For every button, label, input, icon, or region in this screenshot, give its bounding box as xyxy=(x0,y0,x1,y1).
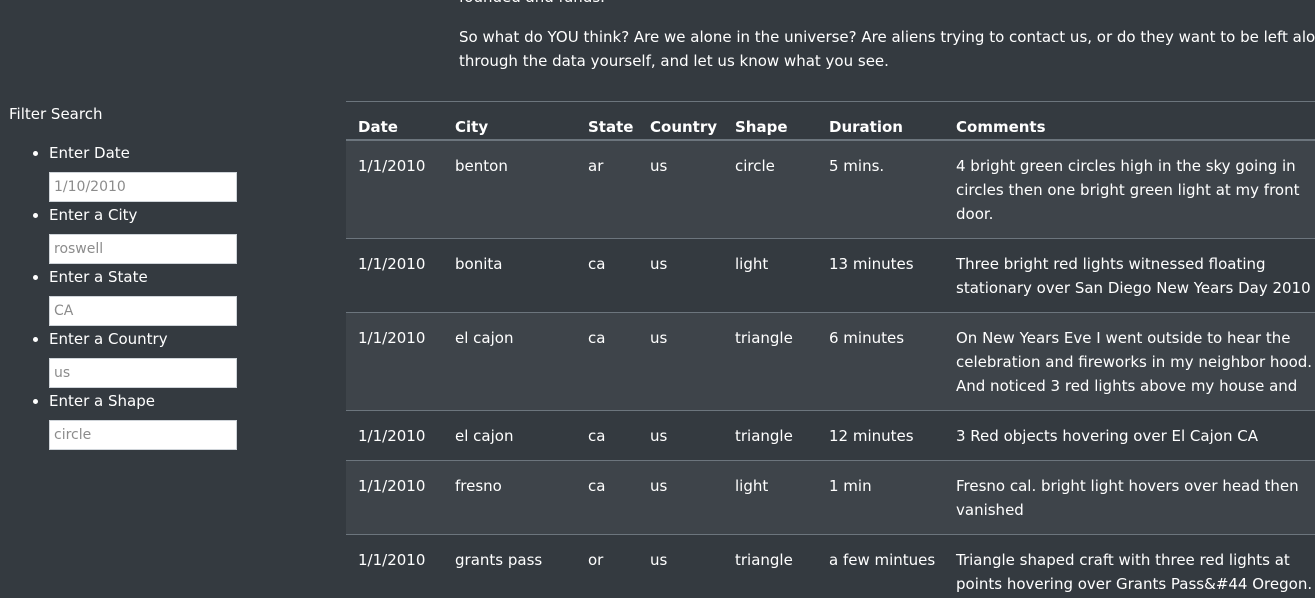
table-row: 1/1/2010 bonita ca us light 13 minutes T… xyxy=(346,238,1315,313)
filter-label-country: Enter a Country xyxy=(49,330,168,348)
date-input[interactable] xyxy=(49,172,237,202)
header-duration: Duration xyxy=(817,101,944,141)
header-comments: Comments xyxy=(944,101,1315,141)
country-input[interactable] xyxy=(49,358,237,388)
intro-paragraph-line-1: So what do YOU think? Are we alone in th… xyxy=(459,28,1315,46)
cell-comments: Triangle shaped craft with three red lig… xyxy=(944,534,1315,598)
cell-shape: circle xyxy=(723,139,817,239)
header-shape: Shape xyxy=(723,101,817,141)
cell-date: 1/1/2010 xyxy=(346,312,443,411)
table-row: 1/1/2010 fresno ca us light 1 min Fresno… xyxy=(346,460,1315,535)
cell-city: bonita xyxy=(443,238,576,313)
intro-text: founded and funds. So what do YOU think?… xyxy=(459,0,1315,89)
cell-comments: 3 Red objects hovering over El Cajon CA xyxy=(944,410,1315,461)
cell-comments: Three bright red lights witnessed floati… xyxy=(944,238,1315,313)
cell-state: ca xyxy=(576,238,638,313)
cell-comments: On New Years Eve I went outside to hear … xyxy=(944,312,1315,411)
cell-country: us xyxy=(638,312,723,411)
table-header-row: Date City State Country Shape Duration C… xyxy=(346,101,1315,141)
table-row: 1/1/2010 el cajon ca us triangle 6 minut… xyxy=(346,312,1315,411)
cell-date: 1/1/2010 xyxy=(346,460,443,535)
ufo-sightings-table: Date City State Country Shape Duration C… xyxy=(346,101,1315,598)
filter-item-country: Enter a Country xyxy=(49,327,269,389)
cell-state: ca xyxy=(576,460,638,535)
cell-state: ar xyxy=(576,139,638,239)
cell-country: us xyxy=(638,238,723,313)
shape-input[interactable] xyxy=(49,420,237,450)
cell-city: el cajon xyxy=(443,410,576,461)
cell-shape: triangle xyxy=(723,312,817,411)
table-row: 1/1/2010 benton ar us circle 5 mins. 4 b… xyxy=(346,139,1315,239)
ufo-table-container: Date City State Country Shape Duration C… xyxy=(346,101,1315,598)
table-row: 1/1/2010 el cajon ca us triangle 12 minu… xyxy=(346,410,1315,461)
filter-label-date: Enter Date xyxy=(49,144,130,162)
cell-state: ca xyxy=(576,410,638,461)
cell-country: us xyxy=(638,139,723,239)
cell-city: el cajon xyxy=(443,312,576,411)
cell-date: 1/1/2010 xyxy=(346,139,443,239)
cell-city: fresno xyxy=(443,460,576,535)
cell-shape: triangle xyxy=(723,534,817,598)
cell-state: or xyxy=(576,534,638,598)
cell-shape: triangle xyxy=(723,410,817,461)
filter-label-shape: Enter a Shape xyxy=(49,392,155,410)
cell-duration: 5 mins. xyxy=(817,139,944,239)
cell-shape: light xyxy=(723,238,817,313)
header-date: Date xyxy=(346,101,443,141)
cell-date: 1/1/2010 xyxy=(346,534,443,598)
filter-item-shape: Enter a Shape xyxy=(49,389,269,451)
header-country: Country xyxy=(638,101,723,141)
cell-duration: 1 min xyxy=(817,460,944,535)
filter-item-date: Enter Date xyxy=(49,141,269,203)
filter-list: Enter Date Enter a City Enter a State En… xyxy=(9,141,269,451)
filter-item-state: Enter a State xyxy=(49,265,269,327)
filter-item-city: Enter a City xyxy=(49,203,269,265)
cell-city: grants pass xyxy=(443,534,576,598)
cell-country: us xyxy=(638,534,723,598)
filter-label-city: Enter a City xyxy=(49,206,138,224)
cell-duration: 12 minutes xyxy=(817,410,944,461)
cell-duration: 13 minutes xyxy=(817,238,944,313)
state-input[interactable] xyxy=(49,296,237,326)
filter-label-state: Enter a State xyxy=(49,268,148,286)
cell-duration: a few mintues xyxy=(817,534,944,598)
intro-line-top: founded and funds. xyxy=(459,0,1315,9)
cell-comments: Fresno cal. bright light hovers over hea… xyxy=(944,460,1315,535)
cell-country: us xyxy=(638,460,723,535)
cell-city: benton xyxy=(443,139,576,239)
cell-date: 1/1/2010 xyxy=(346,238,443,313)
cell-country: us xyxy=(638,410,723,461)
header-state: State xyxy=(576,101,638,141)
cell-state: ca xyxy=(576,312,638,411)
cell-duration: 6 minutes xyxy=(817,312,944,411)
cell-comments: 4 bright green circles high in the sky g… xyxy=(944,139,1315,239)
cell-shape: light xyxy=(723,460,817,535)
page: founded and funds. So what do YOU think?… xyxy=(0,0,1315,598)
intro-paragraph-line-2: through the data yourself, and let us kn… xyxy=(459,52,889,70)
intro-paragraph: So what do YOU think? Are we alone in th… xyxy=(459,25,1315,73)
city-input[interactable] xyxy=(49,234,237,264)
cell-date: 1/1/2010 xyxy=(346,410,443,461)
filter-search-title: Filter Search xyxy=(9,105,103,123)
header-city: City xyxy=(443,101,576,141)
filter-sidebar: Filter Search Enter Date Enter a City En… xyxy=(9,102,269,451)
table-row: 1/1/2010 grants pass or us triangle a fe… xyxy=(346,534,1315,598)
